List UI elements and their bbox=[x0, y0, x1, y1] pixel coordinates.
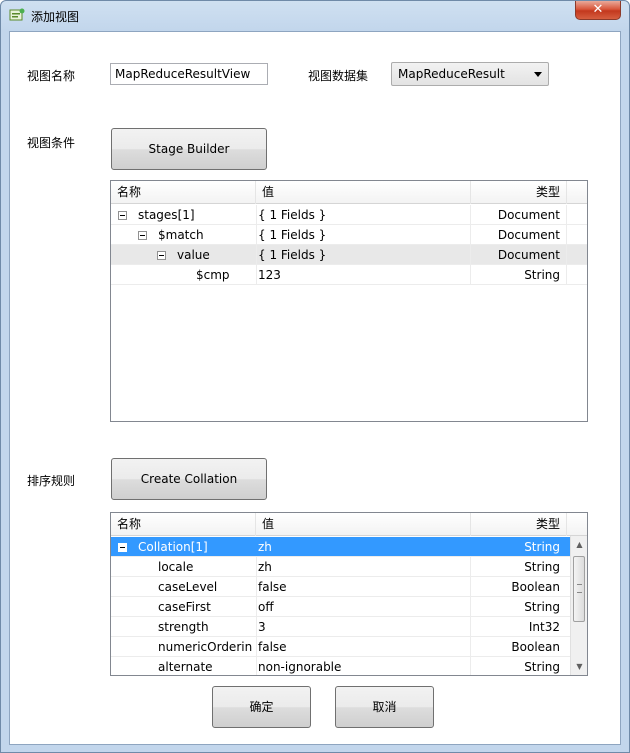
stage-grid[interactable]: 名称 值 类型 stages[1] { 1 Fields } Document … bbox=[110, 180, 588, 422]
scroll-up-arrow-icon[interactable]: ▲ bbox=[571, 536, 587, 553]
scroll-down-arrow-icon[interactable]: ▼ bbox=[571, 658, 587, 675]
row-name: caseFirst bbox=[158, 600, 211, 614]
table-row[interactable]: $cmp 123 String bbox=[111, 265, 587, 285]
scroll-thumb[interactable] bbox=[573, 556, 585, 622]
table-row[interactable]: locale zh String bbox=[111, 557, 570, 577]
row-value: { 1 Fields } bbox=[258, 228, 327, 242]
create-collation-button[interactable]: Create Collation bbox=[111, 458, 267, 500]
table-row[interactable]: Collation[1] zh String bbox=[111, 537, 570, 557]
view-name-input[interactable]: MapReduceResultView bbox=[110, 63, 268, 85]
row-type: String bbox=[524, 600, 560, 614]
row-name: $cmp bbox=[196, 268, 230, 282]
row-name: strength bbox=[158, 620, 209, 634]
title-bar[interactable]: 添加视图 ✕ bbox=[1, 1, 629, 31]
sort-rule-label: 排序规则 bbox=[27, 474, 76, 488]
row-type: String bbox=[524, 660, 560, 674]
dataset-select-value: MapReduceResult bbox=[398, 67, 505, 81]
row-type: Boolean bbox=[511, 640, 560, 654]
row-value: false bbox=[258, 640, 287, 654]
column-type-header[interactable]: 类型 bbox=[471, 181, 567, 204]
view-name-label: 视图名称 bbox=[27, 69, 76, 83]
row-name: stages[1] bbox=[138, 208, 195, 222]
row-value: 3 bbox=[258, 620, 266, 634]
table-row[interactable]: numericOrderin false Boolean bbox=[111, 637, 570, 657]
minus-box-icon[interactable] bbox=[118, 543, 127, 552]
row-value: non-ignorable bbox=[258, 660, 342, 674]
view-add-icon bbox=[9, 8, 25, 21]
close-icon: ✕ bbox=[592, 2, 604, 17]
row-name: caseLevel bbox=[158, 580, 218, 594]
row-type: Int32 bbox=[528, 620, 560, 634]
row-name: $match bbox=[158, 228, 204, 242]
column-name-header[interactable]: 名称 bbox=[111, 513, 256, 536]
column-value-header[interactable]: 值 bbox=[256, 181, 471, 204]
table-row[interactable]: caseFirst off String bbox=[111, 597, 570, 617]
row-value: zh bbox=[258, 560, 272, 574]
close-button[interactable]: ✕ bbox=[575, 1, 621, 20]
dataset-label: 视图数据集 bbox=[308, 69, 369, 83]
column-name-header[interactable]: 名称 bbox=[111, 181, 256, 204]
collation-scrollbar[interactable]: ▲ ▼ bbox=[570, 536, 587, 675]
row-type: Document bbox=[497, 248, 560, 262]
minus-box-icon[interactable] bbox=[157, 251, 166, 260]
row-value: false bbox=[258, 580, 287, 594]
stage-builder-button[interactable]: Stage Builder bbox=[111, 128, 267, 170]
chevron-down-icon bbox=[534, 72, 542, 77]
collation-grid-header: 名称 值 类型 bbox=[111, 513, 587, 536]
row-value: off bbox=[258, 600, 274, 614]
row-type: Document bbox=[497, 228, 560, 242]
row-value: 123 bbox=[258, 268, 281, 282]
row-type: String bbox=[524, 560, 560, 574]
dataset-select[interactable]: MapReduceResult bbox=[391, 62, 549, 86]
row-name: value bbox=[177, 248, 210, 262]
collation-grid[interactable]: 名称 值 类型 Collation[1] zh String locale zh… bbox=[110, 512, 588, 676]
row-name: numericOrderin bbox=[158, 640, 253, 654]
table-row[interactable]: caseLevel false Boolean bbox=[111, 577, 570, 597]
row-type: Document bbox=[497, 208, 560, 222]
row-value: zh bbox=[258, 540, 272, 554]
row-type: Boolean bbox=[511, 580, 560, 594]
row-value: { 1 Fields } bbox=[258, 208, 327, 222]
table-row[interactable]: value { 1 Fields } Document bbox=[111, 245, 587, 265]
minus-box-icon[interactable] bbox=[138, 231, 147, 240]
table-row[interactable]: alternate non-ignorable String bbox=[111, 657, 570, 675]
column-type-header[interactable]: 类型 bbox=[471, 513, 567, 536]
row-value: { 1 Fields } bbox=[258, 248, 327, 262]
minus-box-icon[interactable] bbox=[118, 211, 127, 220]
row-type: String bbox=[524, 268, 560, 282]
dialog-body: 视图名称 MapReduceResultView 视图数据集 MapReduce… bbox=[9, 31, 621, 745]
window-title: 添加视图 bbox=[31, 10, 80, 24]
cancel-button[interactable]: 取消 bbox=[335, 686, 434, 728]
table-row[interactable]: $match { 1 Fields } Document bbox=[111, 225, 587, 245]
row-name: locale bbox=[158, 560, 194, 574]
row-type: String bbox=[524, 540, 560, 554]
row-name: alternate bbox=[158, 660, 213, 674]
dialog-window: 添加视图 ✕ 视图名称 MapReduceResultView 视图数据集 Ma… bbox=[0, 0, 630, 753]
column-value-header[interactable]: 值 bbox=[256, 513, 471, 536]
condition-label: 视图条件 bbox=[27, 136, 76, 150]
row-name: Collation[1] bbox=[138, 540, 208, 554]
ok-button[interactable]: 确定 bbox=[212, 686, 311, 728]
stage-grid-header: 名称 值 类型 bbox=[111, 181, 587, 204]
table-row[interactable]: strength 3 Int32 bbox=[111, 617, 570, 637]
table-row[interactable]: stages[1] { 1 Fields } Document bbox=[111, 205, 587, 225]
